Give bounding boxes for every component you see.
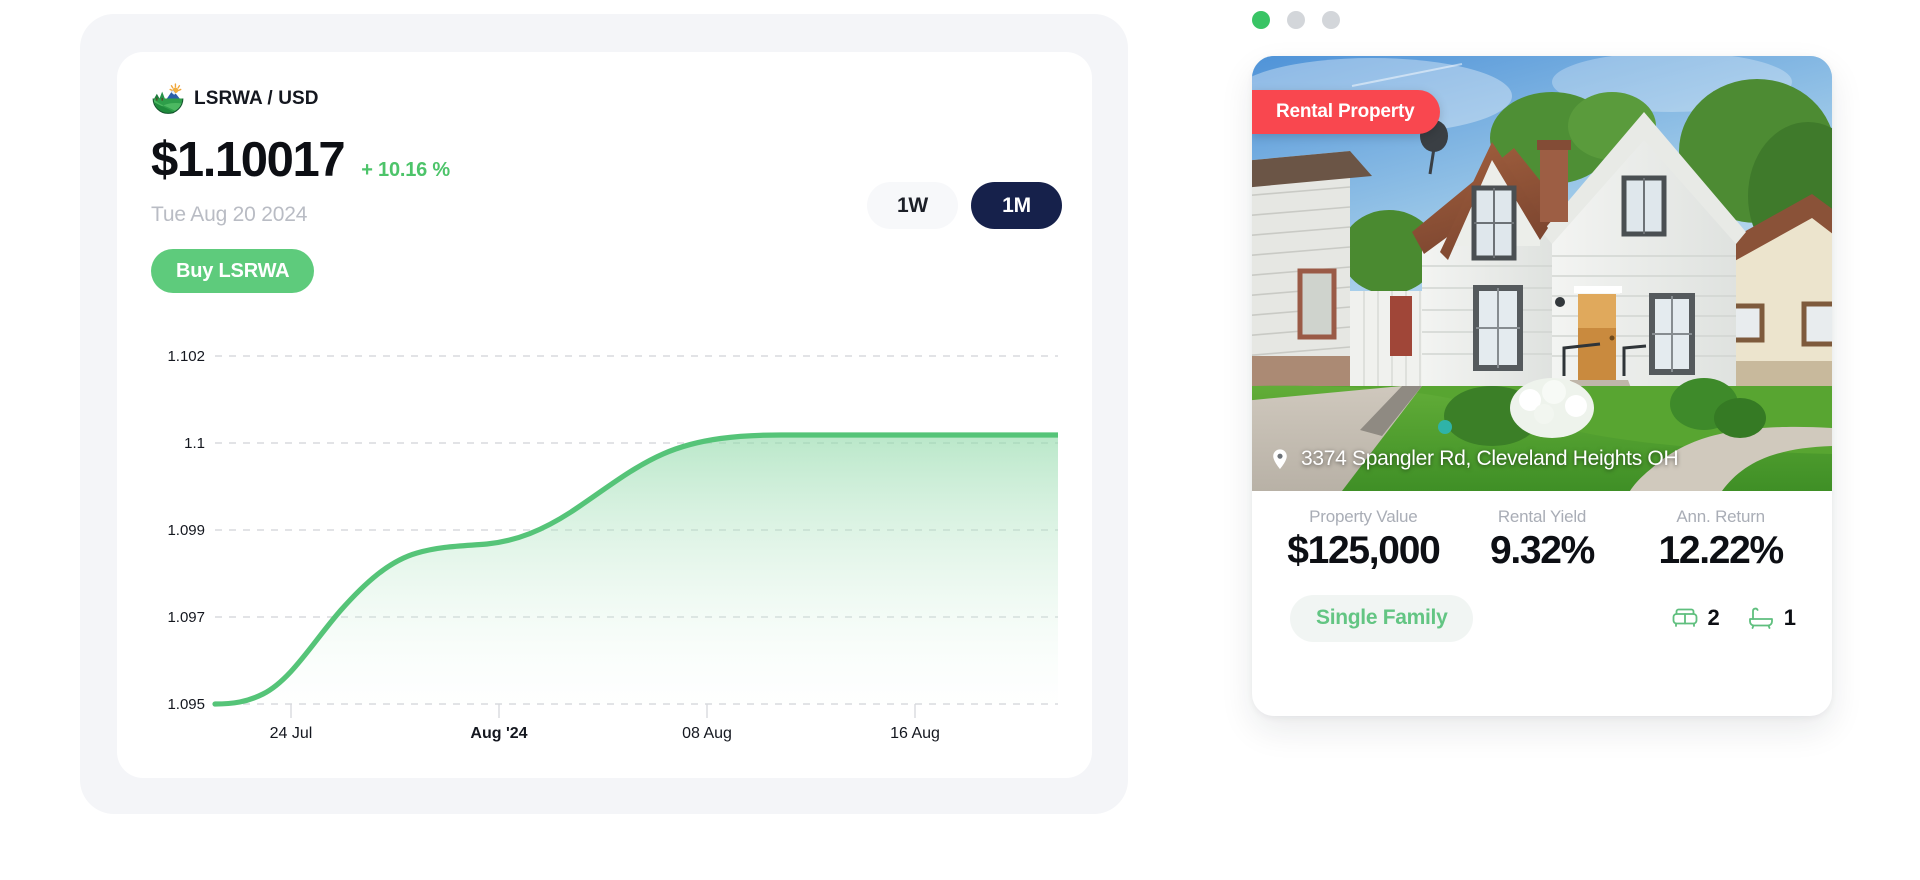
chart-x-labels: 24 Jul Aug '24 08 Aug 16 Aug [270, 725, 940, 742]
landscape-hills-sun-logo-icon [152, 83, 184, 114]
map-pin-icon [1273, 449, 1287, 469]
y-tick-label: 1.1 [184, 435, 205, 452]
stat-value: $125,000 [1287, 529, 1441, 572]
y-tick-label: 1.099 [167, 522, 205, 539]
stat-value: 9.32% [1489, 529, 1595, 572]
carousel-dot-1[interactable] [1252, 11, 1270, 29]
token-price-card: LSRWA / USD $1.10017 + 10.16 % Tue Aug 2… [117, 52, 1092, 778]
property-address-text: 3374 Spangler Rd, Cleveland Heights OH [1301, 447, 1679, 470]
bedrooms-count: 2 [1707, 605, 1720, 631]
token-pair-label: LSRWA / USD [194, 88, 319, 109]
stat-annual-return: Ann. Return 12.22% [1631, 507, 1810, 573]
y-tick-label: 1.102 [167, 348, 205, 365]
dashboard-screen: LSRWA / USD $1.10017 + 10.16 % Tue Aug 2… [0, 0, 1920, 880]
property-card-footer: Single Family 2 1 [1252, 573, 1832, 642]
price-chart[interactable]: 1.102 1.1 1.099 1.097 1.095 24 Jul Aug '… [151, 342, 1058, 742]
property-card[interactable]: Rental Property 3374 Spangler Rd, Clevel… [1252, 56, 1832, 716]
range-button-1w[interactable]: 1W [867, 182, 958, 229]
carousel-dots [1252, 11, 1340, 29]
property-panel: Rental Property 3374 Spangler Rd, Clevel… [1240, 0, 1860, 740]
stat-property-value: Property Value $125,000 [1274, 507, 1453, 573]
token-pair-header: LSRWA / USD [151, 82, 1058, 116]
x-tick-label: 24 Jul [270, 725, 313, 742]
property-photo: Rental Property 3374 Spangler Rd, Clevel… [1252, 56, 1832, 491]
price-chart-svg: 1.102 1.1 1.099 1.097 1.095 24 Jul Aug '… [167, 348, 1058, 742]
x-tick-label: 08 Aug [682, 725, 732, 742]
y-tick-label: 1.097 [167, 609, 205, 626]
feature-bathrooms: 1 [1747, 604, 1796, 632]
token-price-change: + 10.16 % [361, 159, 451, 181]
feature-bedrooms: 2 [1671, 604, 1720, 632]
bath-icon [1748, 607, 1773, 630]
x-tick-label: Aug '24 [470, 725, 527, 742]
carousel-dot-3[interactable] [1322, 11, 1340, 29]
chart-range-switch: 1W 1M [867, 182, 1062, 229]
property-badge: Rental Property [1252, 90, 1441, 134]
property-address-row: 3374 Spangler Rd, Cleveland Heights OH [1269, 447, 1679, 471]
buy-token-button[interactable]: Buy LSRWA [151, 249, 315, 293]
property-stats: Property Value $125,000 Rental Yield 9.3… [1252, 491, 1832, 573]
stat-label: Rental Yield [1497, 507, 1587, 526]
carousel-dot-2[interactable] [1287, 11, 1305, 29]
chimney [1537, 140, 1571, 222]
x-tick-label: 16 Aug [890, 725, 940, 742]
stat-rental-yield: Rental Yield 9.32% [1453, 507, 1632, 573]
token-price-value: $1.10017 [151, 133, 346, 187]
token-panel: LSRWA / USD $1.10017 + 10.16 % Tue Aug 2… [80, 14, 1128, 814]
chart-y-ticks: 1.102 1.1 1.099 1.097 1.095 [167, 348, 205, 713]
stat-label: Property Value [1309, 507, 1418, 526]
stat-label: Ann. Return [1676, 507, 1765, 526]
y-tick-label: 1.095 [167, 696, 205, 713]
range-button-1m[interactable]: 1M [971, 182, 1062, 229]
property-type-pill[interactable]: Single Family [1290, 594, 1474, 642]
chart-x-ticks [290, 704, 916, 718]
bed-icon [1672, 608, 1697, 628]
property-features: 2 1 [1671, 604, 1796, 632]
flowering-bush [1510, 378, 1594, 438]
stat-value: 12.22% [1658, 529, 1784, 572]
chart-area-fill [215, 435, 1058, 704]
bathrooms-count: 1 [1783, 605, 1796, 631]
